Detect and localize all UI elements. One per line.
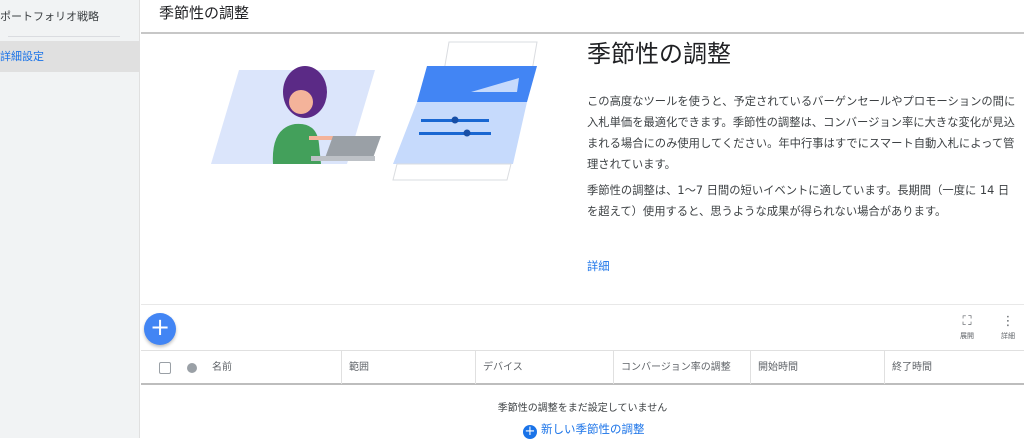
- add-adjustment-button[interactable]: +: [144, 313, 176, 345]
- learn-more-link[interactable]: 詳細: [587, 258, 610, 274]
- column-header-start-time[interactable]: 開始時間: [750, 351, 884, 384]
- column-header-scope[interactable]: 範囲: [341, 351, 475, 384]
- new-adjustment-link[interactable]: + 新しい季節性の調整: [523, 421, 645, 439]
- new-adjustment-label: 新しい季節性の調整: [541, 422, 645, 436]
- add-circle-icon: +: [523, 424, 537, 439]
- more-label: 詳細: [1001, 332, 1015, 340]
- sidebar: ポートフォリオ戦略 詳細設定: [0, 0, 140, 438]
- sidebar-item-advanced-settings[interactable]: 詳細設定: [0, 41, 140, 72]
- table-toolbar: + ⛶ 展開 ⋮ 詳細: [141, 304, 1024, 350]
- status-dot-icon: [187, 363, 197, 373]
- intro-paragraph: この高度なツールを使うと、予定されているバーゲンセールやプロモーションの間に入札…: [587, 95, 1016, 171]
- page-header: 季節性の調整: [141, 0, 1024, 34]
- fullscreen-icon: ⛶: [962, 314, 972, 329]
- empty-message: 季節性の調整をまだ設定していません: [497, 403, 668, 414]
- expand-label: 展開: [960, 332, 974, 340]
- intro-card: 季節性の調整 この高度なツールを使うと、予定されているバーゲンセールやプロモーシ…: [141, 34, 1024, 304]
- intro-paragraph-duration: 季節性の調整は、1〜7 日間の短いイベントに適しています。長期間（一度に 14 …: [587, 184, 1010, 218]
- sidebar-divider: [8, 36, 120, 37]
- intro-title: 季節性の調整: [587, 40, 731, 68]
- page-title: 季節性の調整: [159, 4, 250, 22]
- column-header-device[interactable]: デバイス: [475, 351, 613, 384]
- table-header: 名前 範囲 デバイス コンバージョン率の調整 開始時間 終了時間: [141, 350, 1024, 385]
- illustration: [211, 41, 538, 181]
- sidebar-item-label: ポートフォリオ戦略: [0, 10, 99, 23]
- more-options-button[interactable]: ⋮ 詳細: [994, 313, 1022, 341]
- sidebar-item-portfolio-strategy[interactable]: ポートフォリオ戦略: [0, 8, 140, 28]
- more-vert-icon: ⋮: [1001, 314, 1015, 329]
- column-header-conversion-rate[interactable]: コンバージョン率の調整: [613, 351, 750, 384]
- sidebar-item-label: 詳細設定: [0, 50, 44, 63]
- empty-state: 季節性の調整をまだ設定していません + 新しい季節性の調整: [141, 387, 1024, 439]
- column-header-name[interactable]: 名前: [205, 351, 232, 384]
- expand-button[interactable]: ⛶ 展開: [953, 313, 981, 341]
- column-header-end-time[interactable]: 終了時間: [884, 351, 1024, 384]
- plus-icon: +: [149, 313, 171, 341]
- select-all-checkbox[interactable]: [159, 362, 171, 374]
